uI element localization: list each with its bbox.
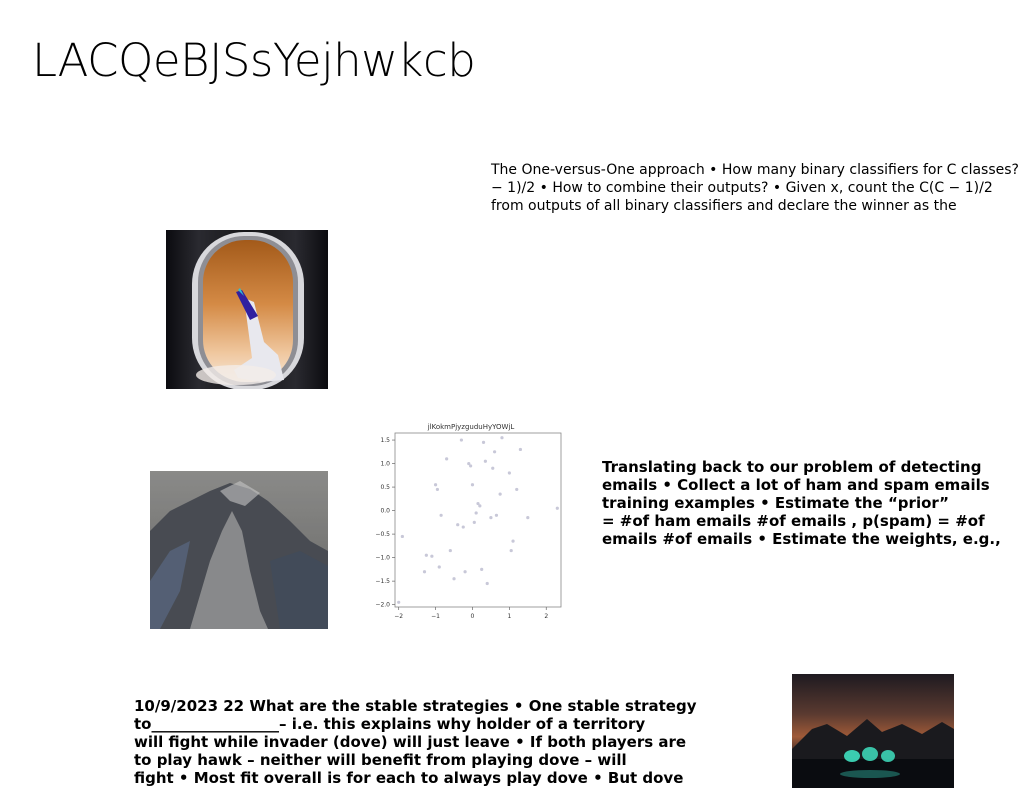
scatter-point — [489, 516, 493, 520]
y-tick-label: −1.0 — [375, 555, 390, 562]
scatter-point — [494, 513, 499, 517]
y-tick-label: 0.0 — [380, 508, 390, 515]
scatter-point — [526, 516, 530, 520]
scatter-point — [509, 548, 513, 553]
scatter-point — [507, 471, 511, 475]
x-tick-label: −2 — [394, 613, 403, 620]
scatter-point — [555, 506, 559, 510]
scatter-point — [474, 511, 478, 515]
mountain-image — [150, 471, 328, 629]
scatter-point — [456, 523, 460, 527]
scatter-point — [433, 483, 438, 487]
y-tick-label: 1.5 — [380, 437, 390, 444]
scatter-point — [476, 501, 480, 506]
scatter-point — [481, 440, 486, 445]
scatter-point — [437, 565, 441, 569]
x-tick-label: −1 — [431, 613, 440, 620]
scatter-point — [485, 581, 489, 586]
scatter-point — [445, 457, 449, 461]
chart-plot-area — [394, 432, 562, 608]
text-block-one-vs-one: The One-versus-One approach • How many b… — [491, 162, 1019, 214]
y-tick-label: 1.0 — [380, 461, 390, 468]
y-tick-label: −2.0 — [375, 602, 390, 609]
scatter-point — [472, 520, 476, 524]
scatter-point — [422, 570, 427, 574]
airplane-window-image — [166, 230, 328, 389]
scatter-point — [469, 464, 473, 468]
scatter-point — [448, 548, 452, 553]
y-tick-label: −1.5 — [375, 578, 390, 585]
scatter-point — [500, 436, 504, 440]
scatter-point — [515, 487, 519, 492]
scatter-point — [452, 577, 456, 581]
scatter-point — [518, 447, 523, 452]
scatter-point — [435, 487, 440, 492]
scatter-chart: jlKokmPjyzguduHyYOWjL −2 −1 0 1 2 −2.0 −1.5 −1.… — [368, 418, 568, 624]
x-tick-label: 2 — [544, 613, 548, 620]
text-block-stable-strategies: 10/9/2023 22 What are the stable strateg… — [134, 697, 697, 787]
scatter-point — [511, 539, 515, 543]
scatter-point — [400, 534, 404, 539]
scatter-point — [493, 450, 497, 454]
scatter-point — [439, 513, 443, 517]
scatter-point — [461, 525, 465, 529]
scatter-point — [480, 567, 484, 571]
scatter-point — [463, 570, 467, 574]
x-tick-label: 0 — [471, 613, 475, 620]
scatter-point — [498, 492, 502, 496]
y-tick-label: 0.5 — [380, 484, 390, 491]
scatter-point — [491, 466, 495, 470]
slide-title: LACQeBJSsYejhwkcb — [32, 34, 476, 87]
scatter-point — [483, 459, 487, 463]
y-tick-label: −0.5 — [375, 531, 390, 538]
scatter-point — [430, 554, 434, 558]
scatter-point — [470, 483, 475, 487]
x-tick-label: 1 — [507, 613, 511, 620]
scatter-point — [397, 600, 401, 604]
text-block-spam-emails: Translating back to our problem of detec… — [602, 458, 1001, 548]
scatter-point — [459, 438, 463, 442]
night-lake-image — [792, 674, 954, 788]
chart-title: jlKokmPjyzguduHyYOWjL — [427, 423, 515, 431]
scatter-point — [424, 553, 428, 557]
